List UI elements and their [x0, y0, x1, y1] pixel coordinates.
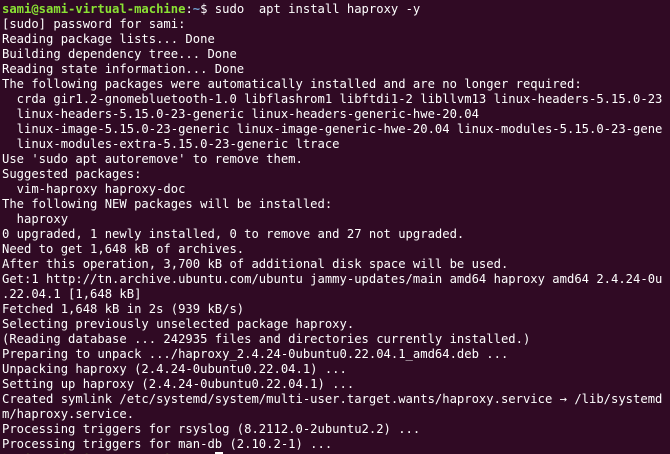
output-line: Get:1 http://tn.archive.ubuntu.com/ubunt…: [2, 272, 663, 286]
output-line: Building dependency tree... Done: [2, 47, 237, 61]
output-line: 0 upgraded, 1 newly installed, 0 to remo…: [2, 227, 465, 241]
output-line: The following NEW packages will be insta…: [2, 197, 333, 211]
output-line: Processing triggers for rsyslog (8.2112.…: [2, 422, 421, 436]
output-line: vim-haproxy haproxy-doc: [2, 182, 186, 196]
output-line: The following packages were automaticall…: [2, 77, 582, 91]
output-line: Suggested packages:: [2, 167, 142, 181]
output-line: m/haproxy.service.: [2, 407, 135, 421]
output-line: linux-image-5.15.0-23-generic linux-imag…: [2, 122, 663, 136]
command-text: sudo apt install haproxy -y: [207, 2, 421, 16]
output-line: Use 'sudo apt autoremove' to remove them…: [2, 152, 303, 166]
output-line: (Reading database ... 242935 files and d…: [2, 332, 531, 346]
output-line: Reading state information... Done: [2, 62, 245, 76]
prompt-colon: :: [185, 2, 193, 16]
output-line: [sudo] password for sami:: [2, 17, 186, 31]
command-prompt-line: sami@sami-virtual-machine:~$ sudo apt in…: [2, 2, 670, 17]
output-line: crda gir1.2-gnomebluetooth-1.0 libflashr…: [2, 92, 663, 106]
output-line: Preparing to unpack .../haproxy_2.4.24-0…: [2, 347, 509, 361]
output-line: Unpacking haproxy (2.4.24-0ubuntu0.22.04…: [2, 362, 347, 376]
output-line: Selecting previously unselected package …: [2, 317, 355, 331]
output-line: Processing triggers for man-db (2.10.2-1…: [2, 437, 333, 451]
output-line: Reading package lists... Done: [2, 32, 215, 46]
output-line: Need to get 1,648 kB of archives.: [2, 242, 245, 256]
output-line: Fetched 1,648 kB in 2s (939 kB/s): [2, 302, 245, 316]
terminal-window[interactable]: sami@sami-virtual-machine:~$ sudo apt in…: [0, 0, 670, 454]
output-line: linux-modules-extra-5.15.0-23-generic lt…: [2, 137, 340, 151]
output-line: linux-headers-5.15.0-23-generic linux-he…: [2, 107, 479, 121]
output-line: After this operation, 3,700 kB of additi…: [2, 257, 509, 271]
prompt-user-host: sami@sami-virtual-machine: [2, 2, 186, 16]
output-line: haproxy: [2, 212, 69, 226]
output-line: .22.04.1 [1,648 kB]: [2, 287, 142, 301]
output-line: Setting up haproxy (2.4.24-0ubuntu0.22.0…: [2, 377, 355, 391]
output-line: Created symlink /etc/systemd/system/mult…: [2, 392, 663, 406]
